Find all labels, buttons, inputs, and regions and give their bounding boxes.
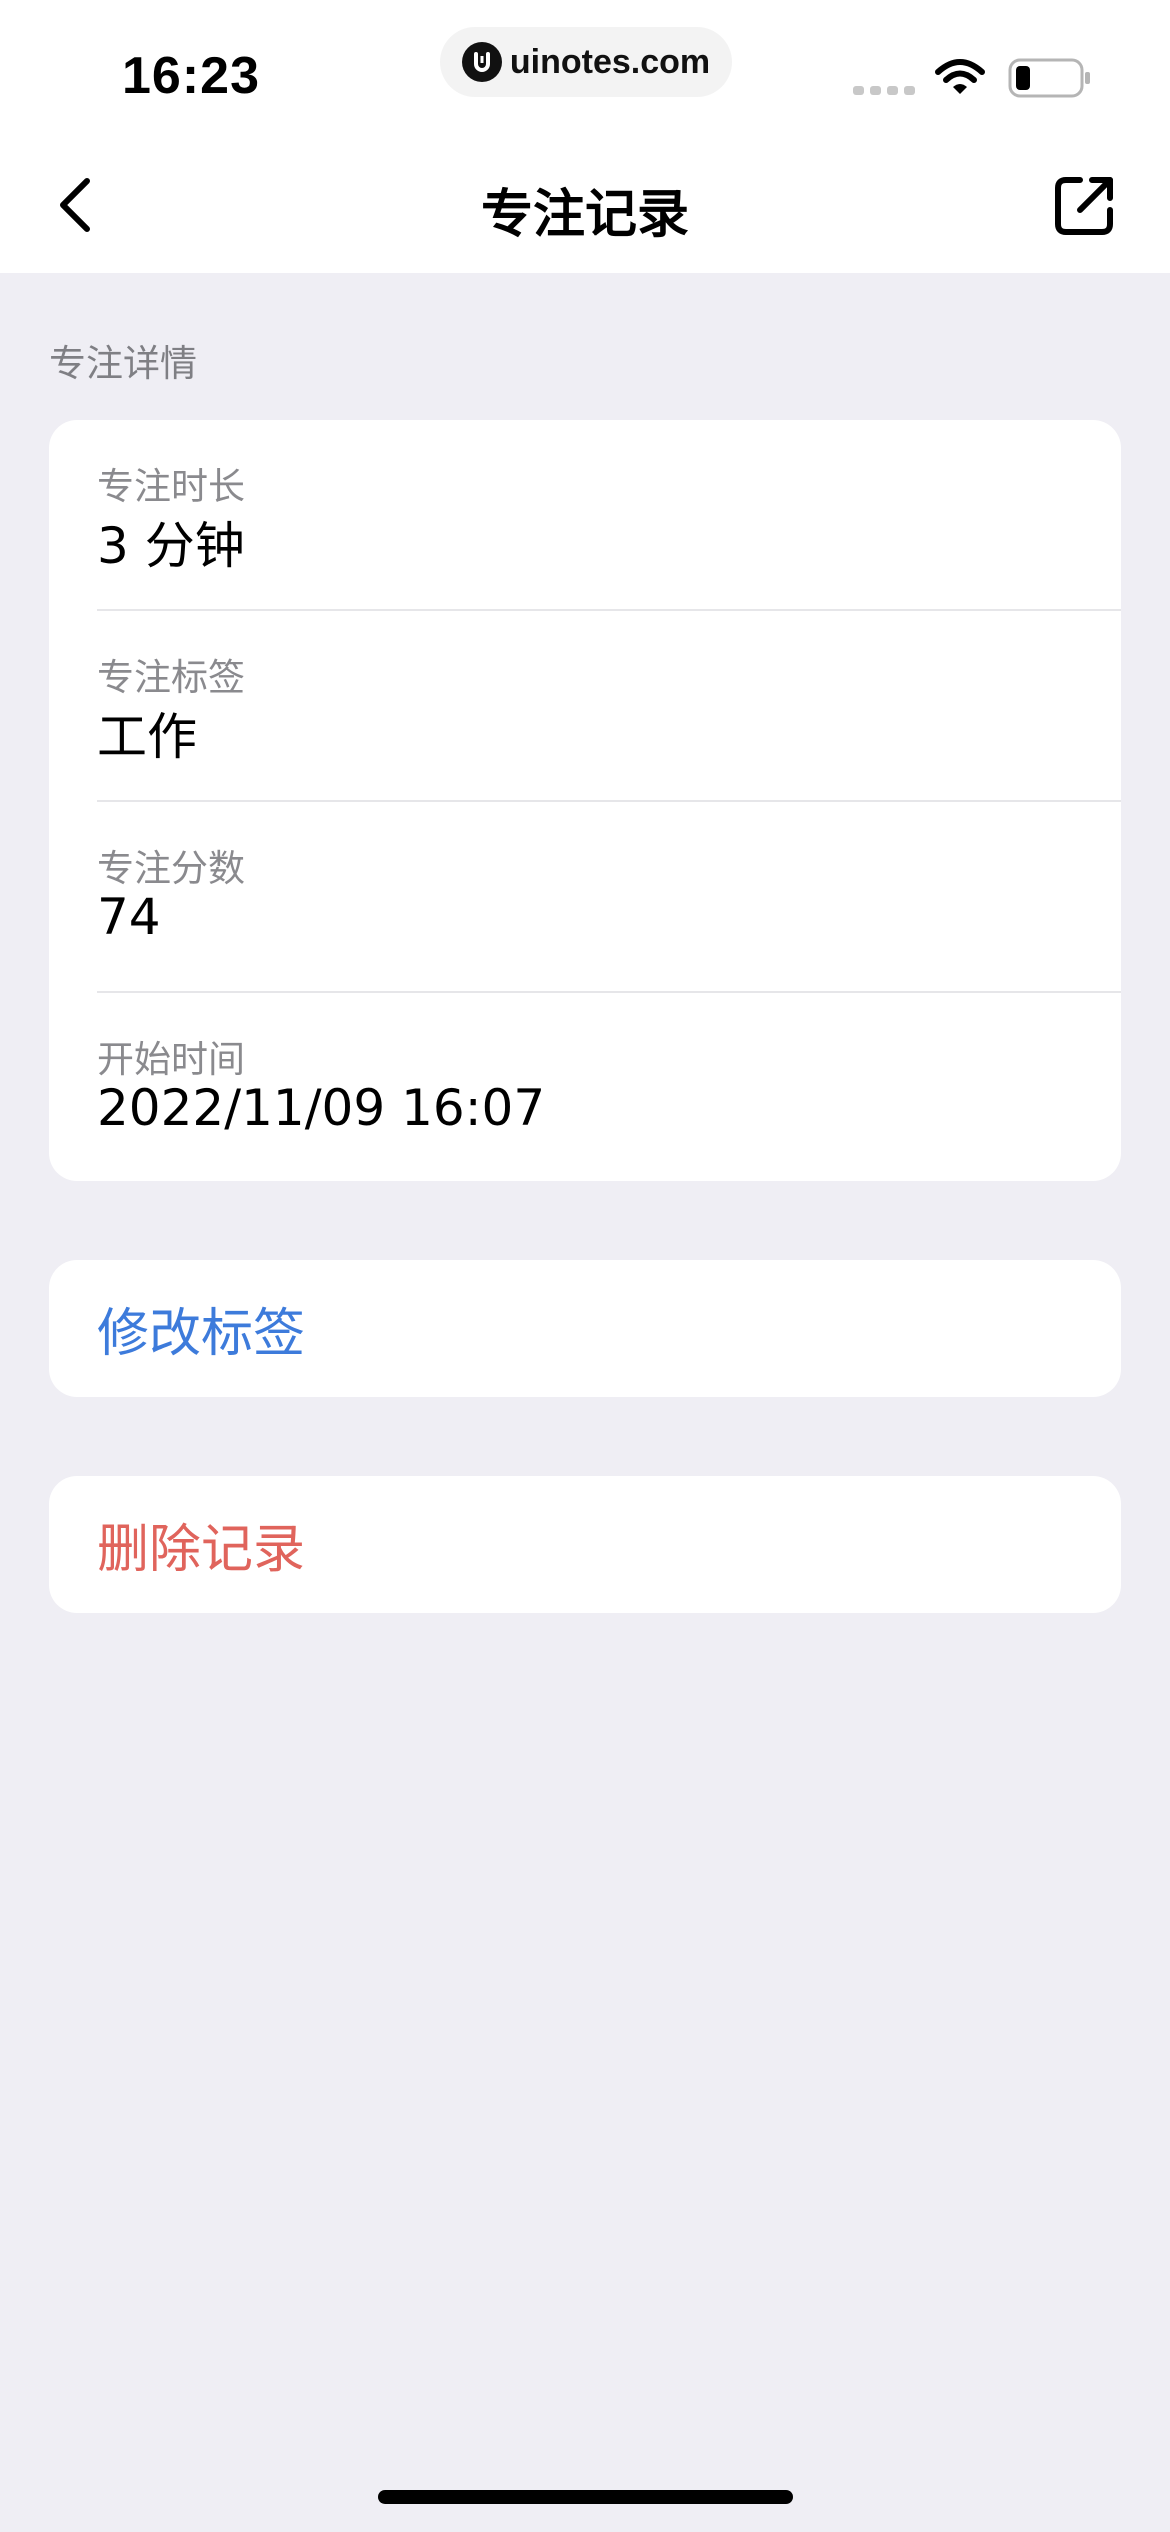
detail-label: 专注标签	[97, 656, 245, 699]
delete-record-label: 删除记录	[97, 1520, 306, 1580]
detail-label: 开始时间	[97, 1038, 245, 1081]
detail-row-score: 专注分数 74	[49, 802, 1121, 993]
battery-icon	[1008, 58, 1092, 102]
page-title: 专注记录	[480, 185, 689, 245]
detail-label: 专注时长	[97, 465, 245, 508]
detail-row-tag: 专注标签 工作	[49, 611, 1121, 802]
wifi-icon	[934, 58, 986, 102]
signal-icon	[853, 86, 915, 95]
detail-value: 工作	[97, 708, 197, 766]
detail-row-start-time: 开始时间 2022/11/09 16:07	[49, 993, 1121, 1181]
home-indicator[interactable]	[378, 2490, 793, 2504]
delete-record-button[interactable]: 删除记录	[49, 1476, 1121, 1613]
navigation-bar: 专注记录	[0, 140, 1170, 273]
uinotes-logo-icon	[461, 42, 502, 82]
share-button[interactable]	[1046, 168, 1122, 244]
url-pill: uinotes.com	[440, 27, 732, 97]
detail-value: 3 分钟	[97, 517, 245, 575]
url-text: uinotes.com	[509, 42, 711, 81]
share-icon	[1055, 177, 1113, 235]
status-bar: 16:23 uinotes.com	[0, 0, 1170, 140]
edit-tag-button[interactable]: 修改标签	[49, 1260, 1121, 1397]
section-header: 专注详情	[49, 342, 197, 385]
detail-value: 2022/11/09 16:07	[97, 1079, 546, 1137]
detail-value: 74	[97, 888, 161, 946]
detail-label: 专注分数	[97, 847, 245, 890]
details-card: 专注时长 3 分钟 专注标签 工作 专注分数 74 开始时间 2022/11/0…	[49, 420, 1121, 1181]
edit-tag-label: 修改标签	[97, 1304, 306, 1364]
status-time: 16:23	[122, 47, 260, 105]
detail-row-duration: 专注时长 3 分钟	[49, 420, 1121, 611]
